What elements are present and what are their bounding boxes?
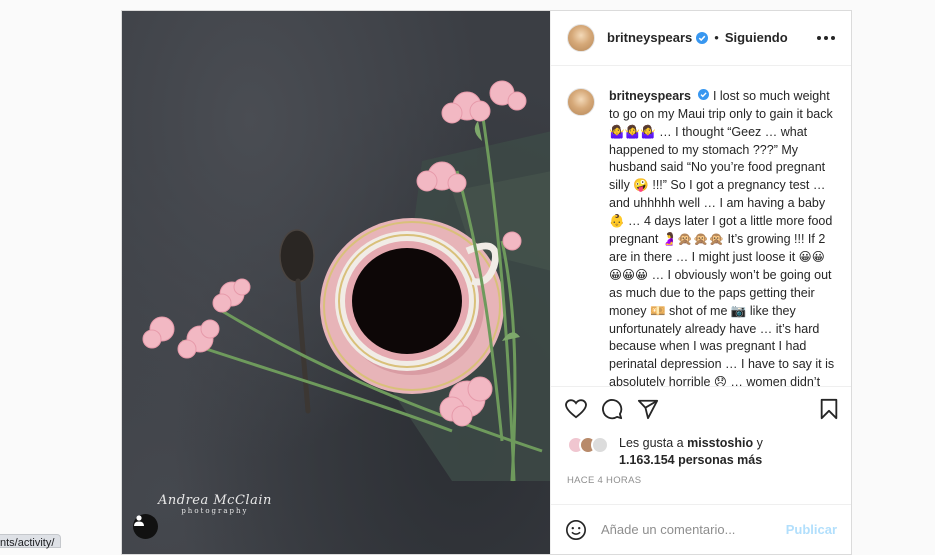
bookmark-icon[interactable] [819, 398, 839, 420]
action-bar [551, 385, 851, 432]
caption: britneyspears I lost so much weight to g… [609, 88, 837, 386]
liker-avatars[interactable] [567, 436, 609, 455]
caption-text: I lost so much weight to go on my Maui t… [609, 88, 835, 386]
watermark-subtitle: photography [181, 507, 249, 515]
caption-area[interactable]: britneyspears I lost so much weight to g… [551, 66, 851, 386]
separator-dot: • [714, 30, 719, 46]
comment-composer: Publicar [551, 504, 851, 554]
heart-icon[interactable] [565, 399, 587, 419]
verified-badge-icon [698, 88, 710, 100]
more-options-icon[interactable] [817, 35, 835, 40]
likes-text: Les gusta a misstoshio y 1.163.154 perso… [619, 435, 763, 469]
likes-summary: Les gusta a misstoshio y 1.163.154 perso… [551, 431, 851, 471]
avatar[interactable] [567, 87, 595, 116]
photographer-watermark: Andrea McClain photography [158, 493, 272, 515]
comment-input[interactable] [601, 522, 781, 538]
avatar[interactable] [567, 23, 595, 52]
instagram-post: Andrea McClain photography britneyspears… [121, 10, 852, 555]
emoji-smile-icon[interactable] [565, 519, 587, 541]
post-side-panel: britneyspears • Siguiendo britneyspears … [550, 11, 851, 554]
likes-prefix: Les gusta a [619, 436, 684, 451]
caption-username[interactable]: britneyspears [609, 89, 691, 103]
likes-and: y [756, 436, 763, 451]
watermark-name: Andrea McClain [158, 493, 272, 508]
liker-username-link[interactable]: misstoshio [687, 436, 753, 450]
verified-badge-icon [696, 31, 709, 44]
likes-count-link[interactable]: 1.163.154 personas más [619, 453, 762, 467]
comment-bubble-icon[interactable] [601, 398, 623, 420]
user-tag-icon [134, 515, 144, 526]
paper-plane-icon[interactable] [637, 398, 659, 420]
user-tag-button[interactable] [133, 514, 158, 539]
post-image[interactable]: Andrea McClain photography [122, 11, 550, 554]
username-link[interactable]: britneyspears [607, 30, 692, 45]
coffee-flowers-photo [142, 80, 550, 482]
post-timestamp[interactable]: HACE 4 HORAS [551, 471, 851, 504]
publish-button[interactable]: Publicar [786, 522, 837, 537]
post-header: britneyspears • Siguiendo [551, 11, 851, 66]
follow-status-button[interactable]: Siguiendo [725, 30, 788, 45]
